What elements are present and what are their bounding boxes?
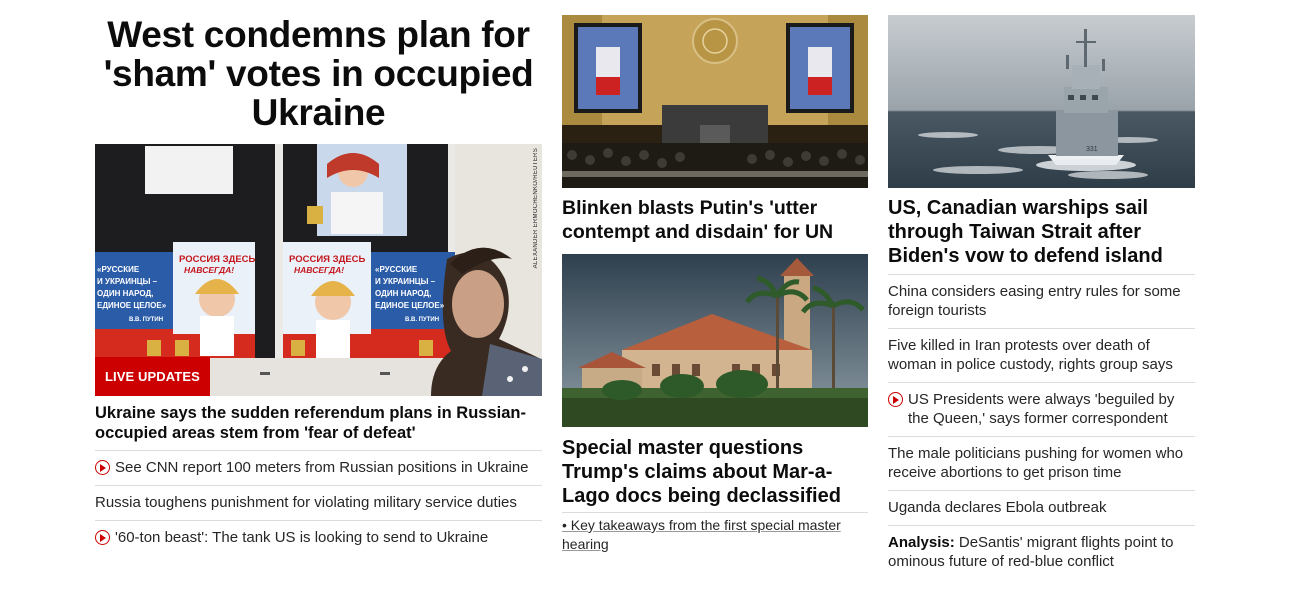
un-assembly-image[interactable] [562,15,868,188]
key-takeaways-link-text: • Key takeaways from the first special m… [562,517,841,552]
mar-a-lago-image[interactable] [562,254,868,427]
un-general-assembly-photo [562,15,868,188]
main-story-lead-title[interactable]: Ukraine says the sudden referendum plans… [95,403,542,451]
poster-text-title2-right: НАВСЕГДА! [294,265,344,275]
key-takeaways-link[interactable]: • Key takeaways from the first special m… [562,512,868,554]
poster-text-line2-left: И УКРАИНЦЫ – [97,277,158,286]
main-story-related-list: See CNN report 100 meters from Russian p… [95,451,542,555]
list-item-text: Five killed in Iran protests over death … [888,337,1173,373]
poster-text-title-left: РОССИЯ ЗДЕСЬ [179,254,256,265]
mar-a-lago-story-title[interactable]: Special master questions Trump's claims … [562,436,868,508]
poster-text-title-right: РОССИЯ ЗДЕСЬ [289,254,366,265]
list-item-text: The male politicians pushing for women w… [888,445,1184,481]
poster-text-line3-right: ОДИН НАРОД, [375,289,431,298]
tertiary-story-column: 331 US, Canadian warships sail through T… [888,15,1195,579]
photo-credit: ALEXANDER ERMOCHENKO/REUTERS [533,148,539,269]
list-item-text: US Presidents were always 'beguiled by t… [908,391,1175,427]
poster-text-title2-left: НАВСЕГДА! [184,265,234,275]
main-story-column: West condemns plan for 'sham' votes in o… [95,15,542,555]
warship-image[interactable]: 331 [888,15,1195,188]
list-item-text: See CNN report 100 meters from Russian p… [115,459,529,476]
list-item-text: Uganda declares Ebola outbreak [888,499,1107,516]
main-headline[interactable]: West condemns plan for 'sham' votes in o… [95,15,542,132]
list-item-text: Russia toughens punishment for violating… [95,494,517,511]
poster-text-line2-right: И УКРАИНЦЫ – [375,277,436,286]
list-item-text: '60-ton beast': The tank US is looking t… [115,529,489,546]
list-item[interactable]: Uganda declares Ebola outbreak [888,491,1195,526]
poster-text-line4-left: ЕДИНОЕ ЦЕЛОЕ» [97,301,167,310]
poster-text-line4-right: ЕДИНОЕ ЦЕЛОЕ» [375,301,445,310]
list-item[interactable]: The male politicians pushing for women w… [888,437,1195,491]
mar-a-lago-photo [562,254,868,427]
poster-text-line1-right: «РУССКИЕ [375,265,418,274]
list-item[interactable]: '60-ton beast': The tank US is looking t… [95,521,542,555]
poster-text-line1-left: «РУССКИЕ [97,265,140,274]
poster-text-line3-left: ОДИН НАРОД, [97,289,153,298]
live-updates-badge[interactable]: LIVE UPDATES [95,357,210,396]
video-play-icon [888,392,903,407]
list-item[interactable]: Analysis: DeSantis' migrant flights poin… [888,526,1195,579]
secondary-story-column: Blinken blasts Putin's 'utter contempt a… [562,15,868,554]
list-item[interactable]: China considers easing entry rules for s… [888,275,1195,329]
list-item[interactable]: Russia toughens punishment for violating… [95,486,542,521]
analysis-label: Analysis: [888,534,955,551]
list-item[interactable]: US Presidents were always 'beguiled by t… [888,383,1195,437]
warship-story-title[interactable]: US, Canadian warships sail through Taiwa… [888,196,1195,275]
poster-text-sign-right: В.В. ПУТИН [405,317,439,323]
un-story-title[interactable]: Blinken blasts Putin's 'utter contempt a… [562,196,868,244]
video-play-icon [95,460,110,475]
list-item-text: China considers easing entry rules for s… [888,283,1181,319]
tertiary-related-list: China considers easing entry rules for s… [888,275,1195,579]
video-play-icon [95,530,110,545]
poster-text-sign-left: В.В. ПУТИН [129,317,163,323]
ship-hull-number: 331 [1086,146,1098,153]
list-item[interactable]: See CNN report 100 meters from Russian p… [95,451,542,486]
list-item[interactable]: Five killed in Iran protests over death … [888,329,1195,383]
main-story-image[interactable]: РОССИЯ ЗДЕСЬ НАВСЕГДА! РОССИЯ ЗДЕСЬ НАВС… [95,144,542,396]
warship-taiwan-strait-photo: 331 [888,15,1195,188]
